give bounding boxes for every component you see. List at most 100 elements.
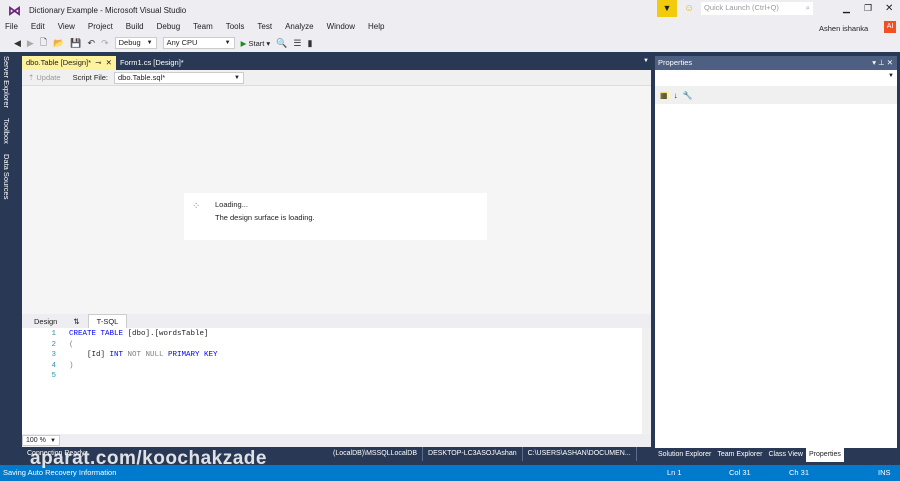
- menu-item-debug[interactable]: Debug: [157, 20, 181, 34]
- editor-scrollbar[interactable]: [642, 328, 651, 434]
- properties-panel: Properties ▾ ⊥ ✕ ▼ ▦ ↓ 🔧: [655, 56, 897, 448]
- properties-header: Properties ▾ ⊥ ✕: [655, 56, 897, 70]
- config-dropdown[interactable]: Debug ▼: [114, 37, 157, 49]
- tab-properties[interactable]: Properties: [805, 448, 844, 462]
- connection-path: C:\USERS\ASHAN\DOCUMEN...: [523, 447, 637, 461]
- code-line: ): [69, 362, 74, 370]
- document-tabs: dbo.Table [Design]* ⊸ ✕ Form1.cs [Design]…: [22, 56, 188, 70]
- code-line: (: [69, 341, 74, 349]
- user-avatar[interactable]: AI: [884, 21, 896, 33]
- line-number: 4: [51, 361, 56, 370]
- alphabetical-icon[interactable]: ↓: [674, 91, 678, 100]
- status-line: Ln 1: [667, 468, 682, 477]
- menu-item-team[interactable]: Team: [193, 20, 213, 34]
- line-number: 3: [51, 351, 56, 359]
- code-token: (: [69, 340, 74, 349]
- update-button[interactable]: ⇡ Update: [28, 73, 61, 82]
- toolbar: ◀ ▶ 🗋 📂 💾 ↶ ↷ Debug ▼ Any CPU ▼ ▶ Start ▾ …: [0, 34, 900, 52]
- status-col: Col 31: [729, 468, 751, 477]
- undo-icon[interactable]: ↶: [88, 38, 96, 49]
- code-token: INT: [109, 351, 128, 359]
- zoom-dropdown[interactable]: 100 % ▼: [22, 435, 60, 446]
- code-token: [dbo].[wordsTable]: [127, 330, 209, 338]
- menu-item-analyze[interactable]: Analyze: [285, 20, 313, 34]
- design-surface[interactable]: ⁘ Loading... The design surface is loadi…: [22, 86, 651, 314]
- back-icon[interactable]: ◀: [14, 38, 21, 49]
- property-pages-icon[interactable]: 🔧: [683, 91, 693, 100]
- categorized-icon[interactable]: ▦: [659, 90, 669, 100]
- properties-toolbar: ▦ ↓ 🔧: [655, 86, 897, 104]
- table-designer: ⇡ Update Script File: dbo.Table.sql* ▼ ⁘ …: [22, 70, 651, 447]
- menu-item-window[interactable]: Window: [327, 20, 355, 34]
- redo-icon[interactable]: ↷: [101, 38, 109, 49]
- new-project-icon[interactable]: 🗋: [40, 35, 47, 51]
- side-tab-server-explorer[interactable]: Server Explorer: [2, 56, 11, 108]
- feedback-smiley-icon[interactable]: ☺: [684, 3, 694, 14]
- doc-tab[interactable]: dbo.Table [Design]* ⊸ ✕: [22, 56, 116, 70]
- restore-button[interactable]: ❐: [864, 3, 872, 14]
- loading-box: ⁘ Loading... The design surface is loadi…: [184, 193, 487, 240]
- script-file-dropdown[interactable]: dbo.Table.sql* ▼: [114, 71, 244, 84]
- pane-tab[interactable]: ⇅: [65, 315, 87, 328]
- line-number: 1: [51, 330, 56, 338]
- side-tab-toolbox[interactable]: Toolbox: [2, 118, 11, 144]
- menu-item-file[interactable]: File: [5, 20, 18, 34]
- code-token: PRIMARY KEY: [168, 351, 218, 359]
- pin-close-icons[interactable]: ▾ ⊥ ✕: [872, 56, 893, 70]
- tab-overflow-icon[interactable]: ▼: [643, 58, 649, 64]
- loading-message: The design surface is loading.: [215, 213, 315, 222]
- code-token: NOT NULL: [127, 351, 169, 359]
- forward-icon[interactable]: ▶: [27, 38, 34, 49]
- menu-item-help[interactable]: Help: [368, 20, 384, 34]
- pane-tab[interactable]: T-SQL: [87, 314, 128, 328]
- zoom-bar: 100 % ▼: [22, 434, 651, 447]
- sql-editor[interactable]: 1 CREATE TABLE [dbo].[wordsTable] 2 (3 [Id]…: [22, 328, 642, 434]
- line-number: 5: [51, 372, 56, 380]
- start-button[interactable]: ▶ Start ▾: [241, 39, 271, 48]
- vs-logo-icon: ⋈: [8, 3, 21, 18]
- search-icon: ⌕: [805, 3, 810, 12]
- tab-team-explorer[interactable]: Team Explorer: [714, 448, 765, 462]
- side-tabs: Server Explorer Toolbox Data Sources: [2, 56, 18, 209]
- doc-tab-label: Form1.cs [Design]*: [119, 58, 184, 67]
- notification-filter-icon[interactable]: ▼: [657, 0, 677, 17]
- save-icon[interactable]: 💾: [70, 38, 81, 49]
- quick-launch-input[interactable]: Quick Launch (Ctrl+Q) ⌕: [701, 2, 813, 15]
- spinner-icon: ⁘: [192, 201, 201, 212]
- menu-item-edit[interactable]: Edit: [31, 20, 45, 34]
- menu-item-project[interactable]: Project: [88, 20, 113, 34]
- platform-dropdown[interactable]: Any CPU ▼: [162, 37, 235, 49]
- menu-bar: File Edit View Project Build Debug Team Tools Te…: [0, 20, 397, 34]
- doc-tab[interactable]: Form1.cs [Design]*: [116, 56, 188, 70]
- code-line: [Id] INT NOT NULL PRIMARY KEY: [69, 351, 218, 359]
- doc-tab-label: dbo.Table [Design]*: [26, 58, 92, 67]
- pane-tab[interactable]: Design: [26, 315, 65, 328]
- code-token: [Id]: [69, 351, 110, 359]
- menu-item-build[interactable]: Build: [126, 20, 144, 34]
- connection-user: DESKTOP-LC3ASOJ\Ashan: [423, 447, 523, 461]
- play-icon: ▶: [240, 38, 247, 48]
- tab-class-view[interactable]: Class View: [765, 448, 806, 462]
- right-panel-tabs: Solution Explorer Team Explorer Class View…: [655, 448, 844, 462]
- menu-item-test[interactable]: Test: [257, 20, 272, 34]
- watermark: aparat.com/koochakzade: [30, 448, 267, 469]
- open-icon[interactable]: 📂: [53, 38, 64, 49]
- bookmark-icon[interactable]: ▮: [308, 38, 313, 49]
- script-file-label: Script File:: [72, 73, 108, 82]
- minimize-button[interactable]: ▁: [843, 3, 850, 14]
- line-number: 2: [51, 340, 56, 349]
- window-title: Dictionary Example - Microsoft Visual St…: [29, 6, 187, 15]
- side-tab-data-sources[interactable]: Data Sources: [2, 154, 11, 199]
- menu-item-view[interactable]: View: [58, 20, 75, 34]
- code-token: CREATE TABLE: [69, 330, 128, 338]
- menu-item-tools[interactable]: Tools: [226, 20, 245, 34]
- find-icon[interactable]: 🔍: [276, 38, 287, 49]
- status-ch: Ch 31: [789, 468, 810, 477]
- user-name[interactable]: Ashen ishanka: [819, 24, 868, 33]
- indent-icon[interactable]: ☰: [293, 38, 301, 49]
- close-button[interactable]: ✕: [885, 3, 893, 14]
- object-dropdown[interactable]: ▼: [655, 70, 897, 86]
- connection-server: (LocalDB)\MSSQLLocalDB: [328, 447, 424, 461]
- pin-close-icon[interactable]: ⊸ ✕: [91, 58, 112, 67]
- tab-solution-explorer[interactable]: Solution Explorer: [655, 448, 714, 462]
